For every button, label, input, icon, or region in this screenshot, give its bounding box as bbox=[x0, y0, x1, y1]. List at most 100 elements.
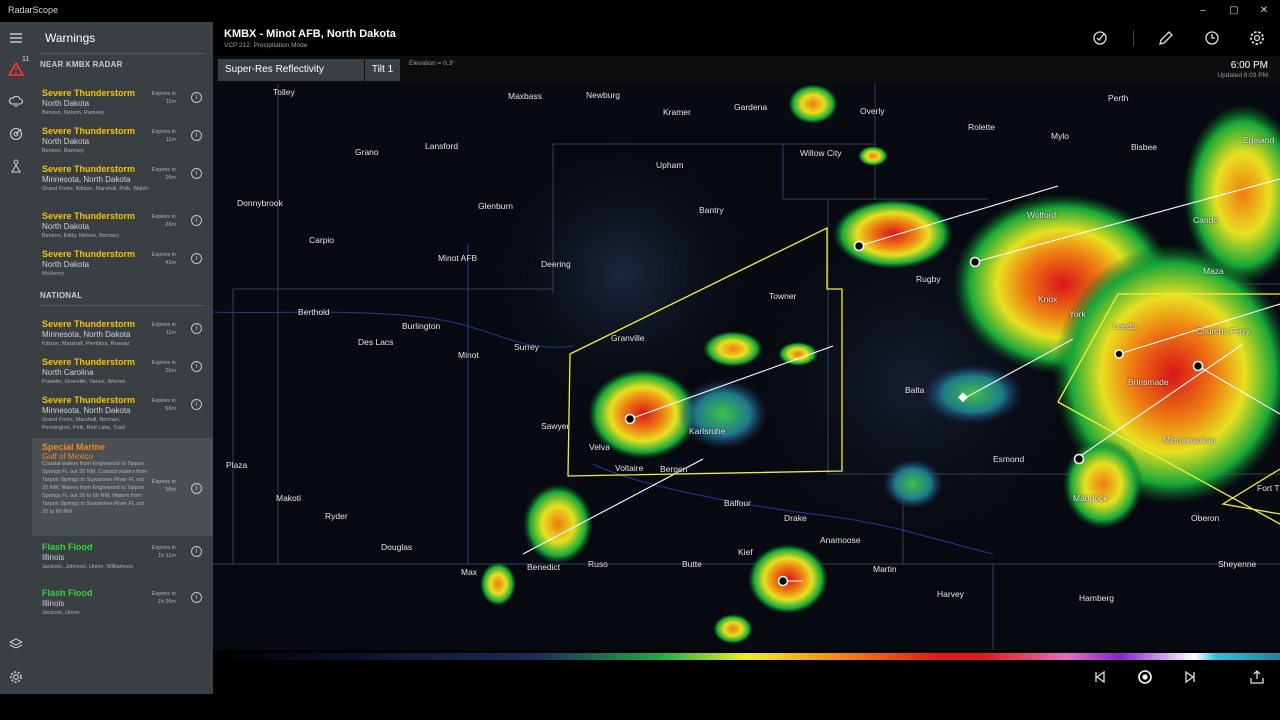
info-icon[interactable]: i bbox=[191, 483, 202, 494]
city-label: Bergen bbox=[660, 464, 688, 474]
info-icon[interactable]: i bbox=[191, 168, 202, 179]
warning-region: Illinois bbox=[42, 553, 65, 562]
warning-item[interactable]: Flash Flood Illinois Jackson, Johnson, Uni… bbox=[32, 542, 213, 576]
info-icon[interactable]: i bbox=[191, 592, 202, 603]
city-label: Willow City bbox=[800, 148, 842, 158]
warning-region: Minnesota, North Dakota bbox=[42, 330, 131, 339]
warning-item[interactable]: Severe Thunderstorm Minnesota, North Dako… bbox=[32, 319, 213, 353]
share-icon[interactable] bbox=[1248, 668, 1266, 686]
city-label: Towner bbox=[769, 291, 797, 301]
info-icon[interactable]: i bbox=[191, 399, 202, 410]
step-back-icon[interactable] bbox=[1091, 668, 1109, 686]
warning-item[interactable]: Severe Thunderstorm Minnesota, North Dako… bbox=[32, 395, 213, 433]
warning-counties: Benson, Nelson, Ramsey bbox=[42, 110, 105, 116]
expires-time: 56m bbox=[165, 406, 176, 412]
expires-time: 11m bbox=[165, 330, 176, 336]
city-label: Glenburn bbox=[478, 201, 513, 211]
city-label: Leeds bbox=[1113, 321, 1137, 331]
warning-item[interactable]: Severe Thunderstorm North Dakota McHenry Ex… bbox=[32, 249, 213, 283]
hamburger-menu-icon[interactable] bbox=[5, 27, 27, 49]
close-button[interactable]: ✕ bbox=[1249, 3, 1279, 19]
warning-region: North Carolina bbox=[42, 368, 94, 377]
warning-counties: Jackson, Union bbox=[42, 610, 80, 616]
step-forward-icon[interactable] bbox=[1181, 668, 1199, 686]
city-label: Egeland bbox=[1243, 135, 1275, 145]
city-label: Drake bbox=[784, 513, 807, 523]
warning-item[interactable]: Special Marine Gulf of Mexico Coastal wate… bbox=[32, 438, 213, 536]
warning-item[interactable]: Severe Thunderstorm Minnesota, North Dako… bbox=[32, 164, 213, 198]
info-icon[interactable]: i bbox=[191, 92, 202, 103]
warning-region: Minnesota, North Dakota bbox=[42, 406, 131, 415]
info-icon[interactable]: i bbox=[191, 361, 202, 372]
city-label: Sheyenne bbox=[1218, 559, 1257, 569]
warning-type: Severe Thunderstorm bbox=[42, 164, 136, 174]
warning-region: Minnesota, North Dakota bbox=[42, 175, 131, 184]
expires-label: Expires in bbox=[151, 398, 176, 404]
warning-item[interactable]: Severe Thunderstorm North Dakota Benson, E… bbox=[32, 211, 213, 245]
info-icon[interactable]: i bbox=[191, 253, 202, 264]
city-label: Deering bbox=[541, 259, 571, 269]
expires-label: Expires in bbox=[151, 214, 176, 220]
near-radar-header: NEAR KMBX RADAR bbox=[40, 60, 123, 69]
warning-type: Flash Flood bbox=[42, 588, 93, 598]
tilt-selector[interactable]: Tilt 1 bbox=[365, 59, 400, 81]
warning-counties: McHenry bbox=[42, 271, 65, 277]
city-label: Grano bbox=[355, 147, 379, 157]
minimize-button[interactable]: – bbox=[1188, 3, 1218, 19]
play-loop-icon[interactable] bbox=[1136, 668, 1154, 686]
updated-time: Updated 6:03 PM bbox=[1217, 72, 1268, 79]
city-label: Velva bbox=[589, 442, 610, 452]
warning-item[interactable]: Severe Thunderstorm North Dakota Benson, R… bbox=[32, 126, 213, 160]
location-check-icon[interactable] bbox=[1090, 28, 1110, 48]
panel-title: Warnings bbox=[45, 31, 96, 45]
expires-label: Expires in bbox=[151, 322, 176, 328]
warning-item[interactable]: Flash Flood Illinois Jackson, Union Expires… bbox=[32, 588, 213, 622]
info-icon[interactable]: i bbox=[191, 215, 202, 226]
info-icon[interactable]: i bbox=[191, 323, 202, 334]
warning-count: 11 bbox=[22, 56, 30, 63]
settings-gear-icon[interactable] bbox=[5, 666, 27, 688]
city-label: Plaza bbox=[226, 460, 248, 470]
layers-icon[interactable] bbox=[5, 633, 27, 655]
city-label: Surrey bbox=[514, 342, 540, 352]
city-label: Maza bbox=[1203, 266, 1224, 276]
spotter-person-icon[interactable] bbox=[5, 155, 27, 177]
radarscope-window: RadarScope – ▢ ✕ 11 Warnings NEAR KMBX R… bbox=[0, 0, 1280, 694]
expires-label: Expires in bbox=[151, 91, 176, 97]
product-selector[interactable]: Super-Res Reflectivity bbox=[218, 59, 364, 81]
warning-type: Severe Thunderstorm bbox=[42, 211, 136, 221]
map-settings-icon[interactable] bbox=[1247, 28, 1267, 48]
info-icon[interactable]: i bbox=[191, 130, 202, 141]
warning-expiry: Expires in 1h 11m bbox=[144, 544, 176, 560]
radar-map[interactable]: Tolley Maxbass Newburg Kramer Gardena Overly R… bbox=[213, 84, 1280, 650]
restore-button[interactable]: ▢ bbox=[1219, 3, 1249, 19]
city-label: Karlsruhe bbox=[689, 426, 726, 436]
city-label: Voltaire bbox=[615, 463, 644, 473]
warning-counties: Benson, Eddy, Nelson, Ramsey bbox=[42, 233, 120, 239]
warning-expiry: Expires in 26m bbox=[144, 166, 176, 182]
national-header: NATIONAL bbox=[40, 291, 83, 300]
city-label: Kief bbox=[738, 547, 753, 557]
city-label: Minot AFB bbox=[438, 253, 478, 263]
expires-time: 56m bbox=[165, 487, 176, 493]
city-label: Upham bbox=[656, 160, 684, 170]
vcp-mode: VCP 212: Precipitation Mode bbox=[224, 42, 308, 49]
warning-item[interactable]: Severe Thunderstorm North Dakota Benson, N… bbox=[32, 88, 213, 122]
pencil-draw-icon[interactable] bbox=[1156, 28, 1176, 48]
info-icon[interactable]: i bbox=[191, 546, 202, 557]
radar-target-icon[interactable] bbox=[5, 123, 27, 145]
city-label: Knox bbox=[1038, 294, 1058, 304]
warning-counties: Coastal waters from Englewood to Tarpon … bbox=[42, 461, 148, 515]
radar-site-title[interactable]: KMBX - Minot AFB, North Dakota bbox=[224, 28, 396, 40]
city-label: Donnybrook bbox=[237, 198, 283, 208]
expires-label: Expires in bbox=[151, 591, 176, 597]
warning-item[interactable]: Severe Thunderstorm North Carolina Frankli… bbox=[32, 357, 213, 391]
warning-region: North Dakota bbox=[42, 222, 90, 231]
warning-region: Illinois bbox=[42, 599, 65, 608]
warning-type: Severe Thunderstorm bbox=[42, 319, 136, 329]
city-label: Balta bbox=[905, 385, 925, 395]
history-clock-icon[interactable] bbox=[1202, 28, 1222, 48]
city-label: Des Lacs bbox=[358, 337, 394, 347]
city-label: Overly bbox=[860, 106, 885, 116]
storm-cloud-icon[interactable] bbox=[5, 91, 27, 113]
